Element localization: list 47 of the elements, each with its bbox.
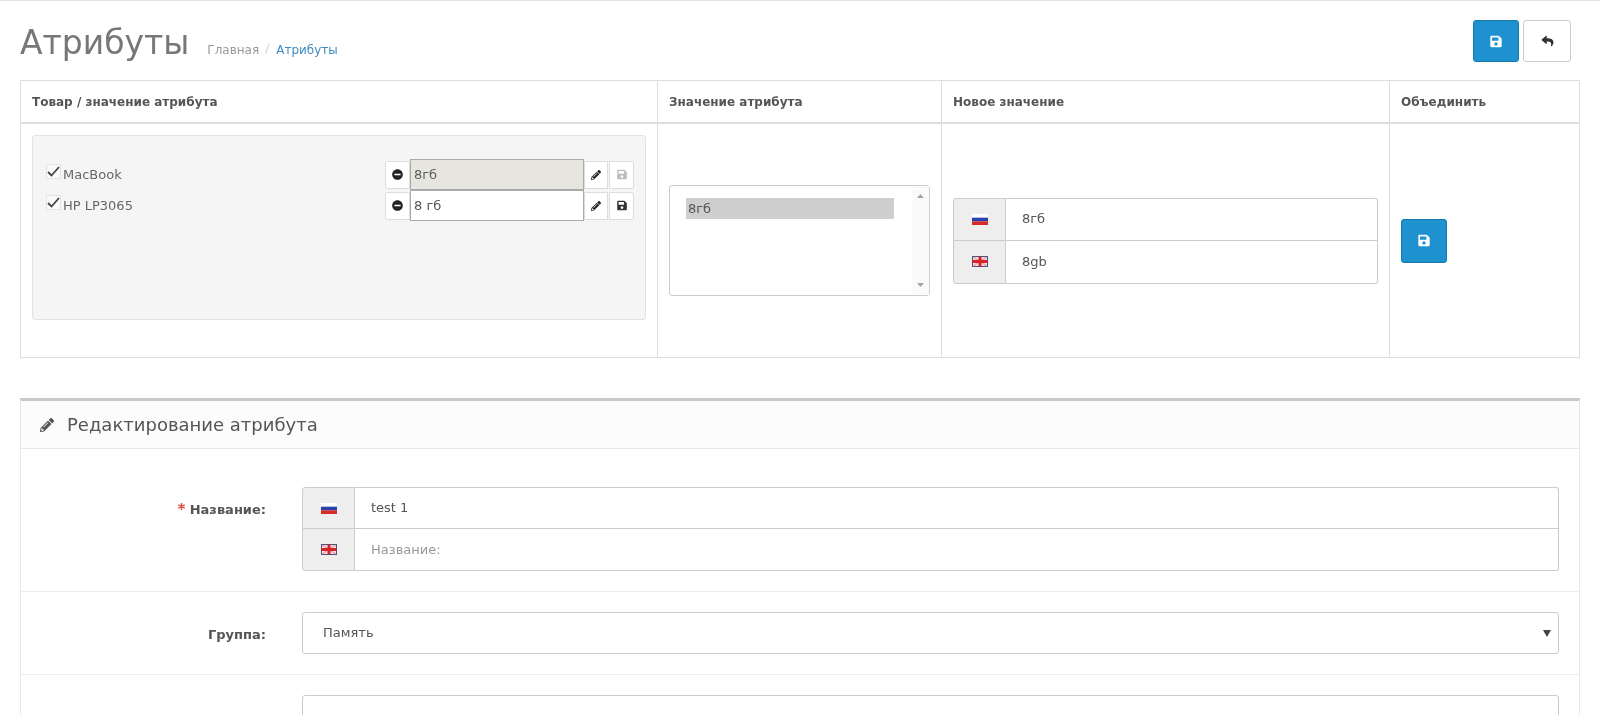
save-row-button[interactable] <box>609 191 634 220</box>
cross-flag-icon <box>320 544 337 555</box>
pencil-icon <box>591 169 601 180</box>
save-icon <box>616 169 627 180</box>
text-input[interactable]: Название: <box>355 528 1559 571</box>
caret-up-icon <box>917 194 924 198</box>
checkbox[interactable] <box>46 195 61 210</box>
panel-title: Редактирование атрибута <box>67 413 318 437</box>
merge-button[interactable] <box>1401 218 1447 263</box>
save-icon <box>1490 34 1502 48</box>
caret-down-icon <box>1543 629 1551 637</box>
edit-button[interactable] <box>584 191 608 220</box>
text-input[interactable]: test 1 <box>355 487 1559 529</box>
page-title: Атрибуты <box>20 24 190 62</box>
product-name: MacBook <box>63 165 122 184</box>
value-input[interactable]: 8 гб <box>410 190 584 221</box>
column-header: Объединить <box>1401 93 1487 111</box>
column-header: Значение атрибута <box>669 93 803 111</box>
separator-icon <box>265 43 271 54</box>
striped-flag-icon <box>320 502 337 514</box>
checkmark-icon <box>47 197 60 208</box>
striped-flag-icon <box>971 213 988 225</box>
column-header: Новое значение <box>953 93 1065 111</box>
back-button[interactable] <box>1523 20 1571 62</box>
field-label: Группа: <box>208 626 266 644</box>
field-label: Название: <box>189 501 266 519</box>
cross-flag-icon <box>971 256 988 267</box>
pencil-icon <box>591 200 601 211</box>
breadcrumb-link[interactable]: Атрибуты <box>276 41 338 59</box>
checkmark-icon <box>47 166 60 177</box>
back-arrow-icon <box>1540 35 1554 47</box>
scrollbar[interactable] <box>912 186 929 295</box>
text-input[interactable]: 8gb <box>1006 239 1378 284</box>
values-listbox[interactable]: 8гб <box>669 185 930 296</box>
remove-button[interactable] <box>385 191 410 220</box>
list-option[interactable]: 8гб <box>686 198 894 219</box>
remove-button[interactable] <box>385 160 410 189</box>
text-input[interactable]: 8гб <box>1006 197 1378 241</box>
product-name: HP LP3065 <box>63 196 133 215</box>
save-icon <box>616 200 627 211</box>
pencil-icon <box>40 417 54 432</box>
caret-down-icon <box>917 283 924 287</box>
group-select[interactable]: Память <box>302 612 1559 654</box>
edit-button[interactable] <box>584 160 608 189</box>
save-button[interactable] <box>1473 20 1519 62</box>
column-header: Товар / значение атрибута <box>32 93 218 111</box>
save-icon <box>1418 234 1430 247</box>
